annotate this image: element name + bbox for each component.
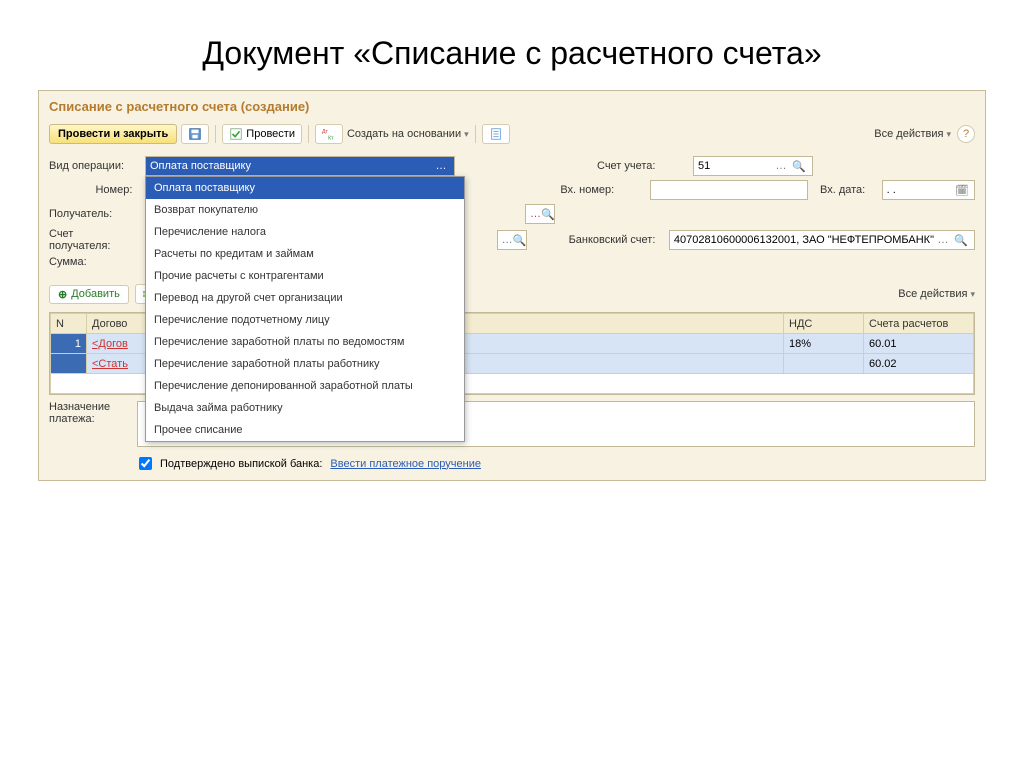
dropdown-option[interactable]: Перевод на другой счет организации [146, 287, 464, 309]
save-button[interactable] [181, 124, 209, 144]
confirmed-checkbox[interactable] [139, 457, 152, 470]
cell-contract[interactable]: <Догов [87, 334, 147, 354]
window-title: Списание с расчетного счета (создание) [39, 91, 985, 120]
diskette-icon [188, 127, 202, 141]
report-button[interactable] [482, 124, 510, 144]
dropdown-option[interactable]: Прочие расчеты с контрагентами [146, 265, 464, 287]
col-nds[interactable]: НДС [784, 314, 864, 334]
add-row-button[interactable]: ⊕ Добавить [49, 285, 129, 304]
main-toolbar: Провести и закрыть Провести ДтКт Создать… [39, 120, 985, 150]
svg-text:Дт: Дт [322, 129, 329, 135]
search-icon[interactable]: 🔍 [513, 234, 527, 247]
account-value: 51 [698, 160, 772, 172]
account-field[interactable]: 51 … 🔍 [693, 156, 813, 176]
recipient-account-lookup[interactable]: … 🔍 [497, 230, 527, 250]
cell-n [51, 354, 87, 374]
post-and-close-button[interactable]: Провести и закрыть [49, 124, 177, 144]
bank-account-value: 40702810600006132001, ЗАО "НЕФТЕПРОМБАНК… [674, 234, 934, 246]
cell-acct[interactable]: 60.01 [864, 334, 974, 354]
dropdown-option[interactable]: Перечисление заработной платы по ведомос… [146, 331, 464, 353]
plus-icon: ⊕ [58, 288, 67, 301]
ellipsis-button[interactable]: … [772, 160, 790, 172]
dropdown-option[interactable]: Выдача займа работнику [146, 397, 464, 419]
label-account: Счет учета: [597, 160, 687, 172]
dropdown-option[interactable]: Возврат покупателю [146, 199, 464, 221]
search-icon[interactable]: 🔍 [541, 208, 555, 221]
in-date-field[interactable]: . . 🗓 [882, 180, 975, 200]
separator [475, 125, 476, 143]
calendar-icon[interactable]: 🗓 [954, 184, 970, 197]
label-recipient-account: Счет получателя: [49, 228, 134, 252]
dropdown-option[interactable]: Оплата поставщику [146, 177, 464, 199]
dtkt-icon: ДтКт [322, 127, 336, 141]
dt-kt-button[interactable]: ДтКт [315, 124, 343, 144]
dropdown-option[interactable]: Перечисление заработной платы работнику [146, 353, 464, 375]
label-operation-type: Вид операции: [49, 160, 139, 172]
form-area: Вид операции: Оплата поставщику … Оплата… [39, 150, 985, 280]
label-recipient: Получатель: [49, 208, 139, 220]
ellipsis-button[interactable]: … [934, 234, 952, 246]
cell-n: 1 [51, 334, 87, 354]
add-label: Добавить [71, 288, 120, 300]
dropdown-option[interactable]: Перечисление налога [146, 221, 464, 243]
table-all-actions-dropdown[interactable]: Все действия [898, 288, 975, 300]
ellipsis-button[interactable]: … [502, 234, 513, 246]
operation-type-field[interactable]: Оплата поставщику … [145, 156, 455, 176]
cell-contract[interactable]: <Стать [87, 354, 147, 374]
label-in-date: Вх. дата: [820, 184, 876, 196]
label-in-number: Вх. номер: [560, 184, 643, 196]
separator [308, 125, 309, 143]
document-icon [489, 127, 503, 141]
search-icon[interactable]: 🔍 [952, 234, 970, 247]
dropdown-option[interactable]: Прочее списание [146, 419, 464, 441]
cell-nds[interactable]: 18% [784, 334, 864, 354]
cell-nds[interactable] [784, 354, 864, 374]
label-number: Номер: [49, 184, 132, 196]
label-purpose: Назначение платежа: [49, 401, 129, 447]
svg-text:Кт: Кт [328, 135, 334, 141]
in-date-value: . . [887, 184, 954, 196]
ellipsis-button[interactable]: … [530, 208, 541, 220]
app-window: Списание с расчетного счета (создание) П… [38, 90, 986, 481]
post-button[interactable]: Провести [222, 124, 302, 144]
separator [215, 125, 216, 143]
operation-type-dropdown: Оплата поставщику Возврат покупателю Пер… [145, 176, 465, 442]
operation-type-value: Оплата поставщику [150, 160, 432, 172]
create-based-on-dropdown[interactable]: Создать на основании [347, 128, 469, 140]
dropdown-option[interactable]: Перечисление депонированной заработной п… [146, 375, 464, 397]
col-accounts[interactable]: Счета расчетов [864, 314, 974, 334]
recipient-lookup[interactable]: … 🔍 [525, 204, 555, 224]
label-sum: Сумма: [49, 256, 139, 268]
cell-acct[interactable]: 60.02 [864, 354, 974, 374]
in-number-field[interactable] [650, 180, 808, 200]
col-contract[interactable]: Догово [87, 314, 147, 334]
dropdown-option[interactable]: Расчеты по кредитам и займам [146, 243, 464, 265]
confirmed-label: Подтверждено выпиской банка: [160, 458, 322, 470]
confirm-row: Подтверждено выпиской банка: Ввести плат… [39, 453, 985, 480]
slide-title: Документ «Списание с расчетного счета» [0, 0, 1024, 90]
all-actions-dropdown[interactable]: Все действия [874, 128, 951, 140]
post-button-label: Провести [246, 128, 295, 140]
help-button[interactable]: ? [957, 125, 975, 143]
search-icon[interactable]: 🔍 [790, 160, 808, 173]
bank-account-field[interactable]: 40702810600006132001, ЗАО "НЕФТЕПРОМБАНК… [669, 230, 975, 250]
dropdown-option[interactable]: Перечисление подотчетному лицу [146, 309, 464, 331]
enter-payment-order-link[interactable]: Ввести платежное поручение [330, 458, 481, 470]
col-n[interactable]: N [51, 314, 87, 334]
dropdown-toggle-icon[interactable]: … [432, 160, 450, 172]
label-bank-account: Банковский счет: [569, 234, 663, 246]
post-icon [229, 127, 243, 141]
